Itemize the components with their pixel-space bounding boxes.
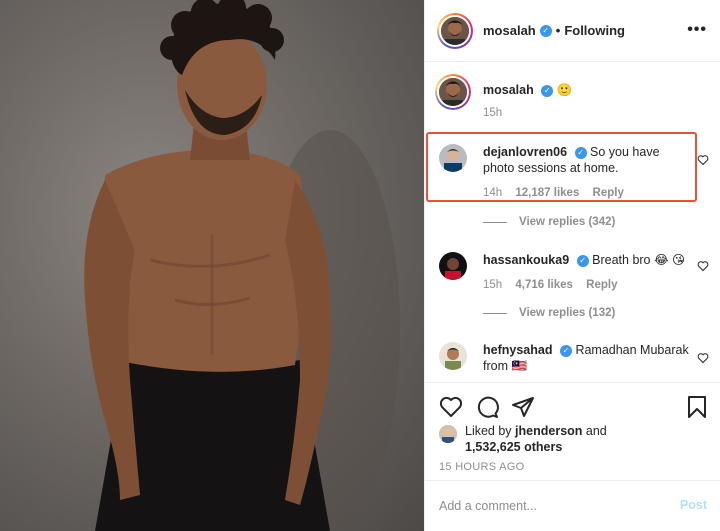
comment-like-heart-icon[interactable] xyxy=(697,154,709,166)
view-replies-label: View replies (132) xyxy=(519,307,616,319)
caption-avatar-image xyxy=(439,78,467,106)
comment-bubble-icon[interactable] xyxy=(475,395,499,419)
instagram-post: mosalah ✓ • Following ••• mosalah ✓ 🙂 15… xyxy=(0,0,720,531)
liked-by-and: and xyxy=(585,424,607,438)
comment-likes[interactable]: 4,716 likes xyxy=(515,279,573,291)
action-bar xyxy=(439,395,709,419)
verified-badge-icon: ✓ xyxy=(559,344,572,357)
comments-list[interactable]: mosalah ✓ 🙂 15h dejanlovren06 ✓ So you h… xyxy=(425,62,720,382)
post-comment-button[interactable]: Post xyxy=(680,498,707,512)
liker-avatar[interactable] xyxy=(439,425,457,443)
likes-count[interactable]: 1,532,625 others xyxy=(465,440,562,454)
caption-username[interactable]: mosalah xyxy=(483,83,534,97)
post-actions: Liked by jhenderson and 1,532,625 others… xyxy=(425,382,720,480)
post-photo[interactable] xyxy=(0,0,424,531)
caption-avatar[interactable] xyxy=(435,74,471,110)
liker-avatar-image xyxy=(439,425,457,443)
post-timestamp[interactable]: 15 HOURS AGO xyxy=(439,461,525,473)
commenter-avatar-image xyxy=(439,252,467,280)
reply-button[interactable]: Reply xyxy=(586,279,617,291)
replies-divider-line xyxy=(483,312,507,314)
save-bookmark-icon[interactable] xyxy=(685,395,709,419)
verified-badge-icon: ✓ xyxy=(539,24,552,37)
author-avatar-image xyxy=(441,16,469,45)
author-avatar[interactable] xyxy=(437,12,473,49)
commenter-avatar[interactable] xyxy=(439,342,467,370)
likes-text: Liked by jhenderson and 1,532,625 others xyxy=(465,423,607,455)
more-options-icon[interactable]: ••• xyxy=(687,22,707,38)
highlighted-comment-outline xyxy=(426,132,697,202)
likes-summary: Liked by jhenderson and 1,532,625 others xyxy=(439,423,607,455)
comment-like-heart-icon[interactable] xyxy=(697,352,709,364)
author-username[interactable]: mosalah xyxy=(483,23,536,38)
post-photo-illustration xyxy=(84,0,400,531)
view-replies-button[interactable]: View replies (342) xyxy=(483,216,615,228)
caption-text: 🙂 xyxy=(556,83,573,97)
verified-badge-icon: ✓ xyxy=(541,84,554,97)
comment-text: Breath bro 😂 😘 xyxy=(592,253,686,267)
comment-input[interactable] xyxy=(439,497,659,515)
replies-divider-line xyxy=(483,221,507,223)
commenter-avatar-image xyxy=(439,342,467,370)
verified-badge-icon: ✓ xyxy=(576,254,589,267)
view-replies-label: View replies (342) xyxy=(519,216,616,228)
comments-panel: mosalah ✓ • Following ••• mosalah ✓ 🙂 15… xyxy=(424,0,720,531)
comment-like-heart-icon[interactable] xyxy=(697,260,709,272)
liker-username[interactable]: jhenderson xyxy=(515,424,582,438)
commenter-username[interactable]: hefnysahad xyxy=(483,343,552,357)
like-heart-icon[interactable] xyxy=(439,395,463,419)
commenter-avatar[interactable] xyxy=(439,252,467,280)
add-comment-bar: Post xyxy=(425,480,720,531)
post-header: mosalah ✓ • Following ••• xyxy=(425,0,720,62)
share-send-icon[interactable] xyxy=(511,395,535,419)
liked-by-prefix: Liked by xyxy=(465,424,512,438)
header-separator: • xyxy=(555,23,561,38)
following-button[interactable]: Following xyxy=(564,23,625,38)
view-replies-button[interactable]: View replies (132) xyxy=(483,307,615,319)
caption-age[interactable]: 15h xyxy=(483,107,502,119)
comment-age[interactable]: 15h xyxy=(483,279,502,291)
commenter-username[interactable]: hassankouka9 xyxy=(483,253,569,267)
